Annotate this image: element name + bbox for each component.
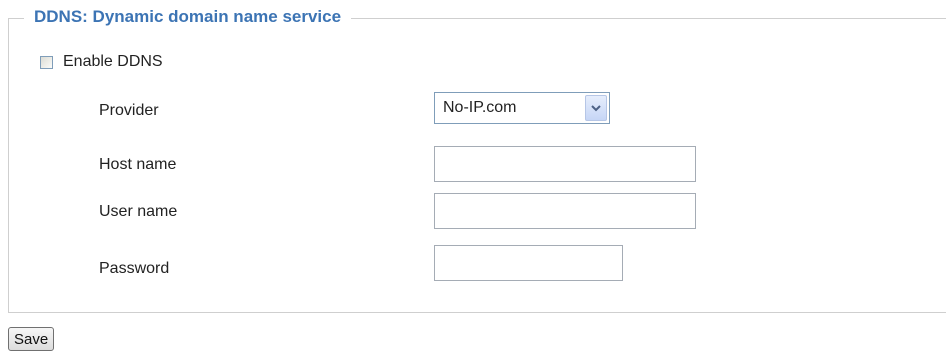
chevron-down-icon xyxy=(591,104,601,111)
password-input[interactable] xyxy=(434,245,623,281)
password-label: Password xyxy=(99,260,170,277)
section-title: DDNS: Dynamic domain name service xyxy=(24,4,352,30)
provider-selected-value: No-IP.com xyxy=(443,99,517,116)
user-name-input[interactable] xyxy=(434,193,696,229)
enable-ddns-label[interactable]: Enable DDNS xyxy=(63,53,163,71)
enable-ddns-checkbox[interactable] xyxy=(40,55,53,69)
dropdown-button[interactable] xyxy=(585,95,607,121)
user-name-label: User name xyxy=(99,203,178,220)
host-name-label: Host name xyxy=(99,156,177,173)
enable-ddns-row[interactable]: Enable DDNS xyxy=(40,51,163,73)
host-name-input[interactable] xyxy=(434,146,696,182)
provider-label: Provider xyxy=(99,102,159,119)
provider-select[interactable]: No-IP.com xyxy=(434,92,610,124)
save-button[interactable]: Save xyxy=(8,327,55,351)
